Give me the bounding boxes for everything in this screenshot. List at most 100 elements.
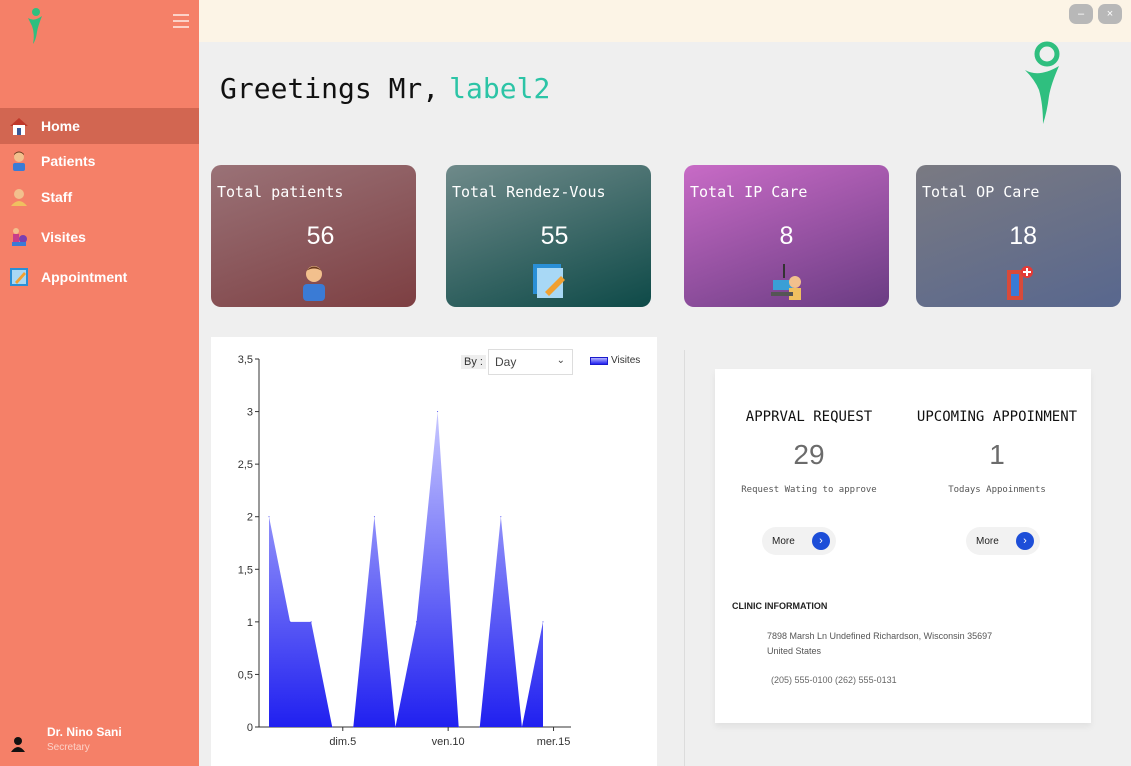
data-point bbox=[331, 726, 333, 728]
data-point bbox=[373, 516, 375, 518]
app-logo-icon bbox=[28, 8, 42, 44]
data-point bbox=[479, 726, 481, 728]
profile-name: Dr. Nino Sani bbox=[47, 725, 122, 739]
data-point bbox=[352, 726, 354, 728]
legend-swatch bbox=[590, 356, 608, 365]
card-value: 56 bbox=[306, 222, 335, 250]
approval-title: APPRVAL REQUEST bbox=[745, 409, 873, 425]
close-button[interactable]: × bbox=[1098, 4, 1122, 24]
y-tick-label: 3,5 bbox=[238, 354, 253, 366]
y-tick-label: 0,5 bbox=[238, 669, 253, 681]
sidebar: Home Patients Staff Visites Appointment bbox=[0, 0, 199, 766]
x-tick-label: mer.15 bbox=[537, 736, 571, 748]
data-point bbox=[542, 621, 544, 623]
sidebar-item-visites[interactable]: Visites bbox=[0, 217, 199, 257]
card-title: Total patients bbox=[217, 183, 344, 201]
series-area-visites bbox=[269, 411, 543, 727]
y-tick-label: 0 bbox=[247, 722, 253, 734]
sidebar-item-label: Visites bbox=[41, 229, 86, 245]
card-title: Total IP Care bbox=[690, 183, 808, 201]
home-icon bbox=[8, 115, 30, 137]
card-value: 55 bbox=[540, 222, 569, 250]
title-bar: – × bbox=[199, 0, 1131, 42]
legend-label: Visites bbox=[611, 355, 641, 366]
data-point bbox=[416, 621, 418, 623]
patient-icon bbox=[8, 150, 30, 172]
by-label: By : bbox=[461, 355, 486, 369]
sidebar-item-home[interactable]: Home bbox=[0, 108, 199, 144]
data-point bbox=[289, 621, 291, 623]
sidebar-item-label: Appointment bbox=[41, 269, 128, 285]
y-tick-label: 3 bbox=[247, 407, 253, 419]
upcoming-title: UPCOMING APPOINMENT bbox=[916, 409, 1078, 425]
appointment-icon bbox=[8, 266, 30, 288]
clinic-info-title: CLINIC INFORMATION bbox=[732, 601, 828, 611]
approval-subtitle: Request Wating to approve bbox=[741, 485, 877, 495]
sidebar-item-label: Patients bbox=[41, 153, 96, 169]
hospital-bed-icon bbox=[770, 264, 801, 300]
data-point bbox=[310, 621, 312, 623]
visits-chart-panel: 0 0,5 1 1,5 2 2,5 3 3,5 dim.5 ven.10 mer.15 By : D… bbox=[211, 337, 657, 766]
data-point bbox=[437, 411, 439, 413]
card-value: 8 bbox=[779, 222, 794, 250]
upcoming-subtitle: Todays Appoinments bbox=[948, 485, 1046, 495]
approval-count: 29 bbox=[793, 439, 825, 470]
data-point bbox=[394, 726, 396, 728]
chart-legend: Visites bbox=[590, 355, 640, 366]
total-rendezvous-card[interactable]: Total Rendez-Vous 55 bbox=[446, 165, 651, 307]
greeting-name: label2 bbox=[449, 72, 551, 105]
clinic-address-line1: 7898 Marsh Ln Undefined Richardson, Wisc… bbox=[767, 631, 993, 641]
y-tick-label: 1 bbox=[247, 617, 253, 629]
staff-icon bbox=[8, 186, 30, 208]
sidebar-item-label: Home bbox=[41, 118, 80, 134]
clinic-logo-icon bbox=[1025, 41, 1060, 124]
sidebar-item-patients[interactable]: Patients bbox=[0, 145, 199, 177]
user-profile[interactable]: Dr. Nino Sani Secretary bbox=[0, 722, 199, 762]
profile-role: Secretary bbox=[47, 742, 90, 753]
data-point bbox=[268, 516, 270, 518]
y-tick-label: 1,5 bbox=[238, 564, 253, 576]
minimize-button[interactable]: – bbox=[1069, 4, 1093, 24]
more-label: More bbox=[772, 536, 795, 547]
upcoming-count: 1 bbox=[989, 439, 1005, 470]
clinic-phones: (205) 555-0100 (262) 555-0131 bbox=[771, 675, 897, 685]
chevron-right-icon: › bbox=[812, 532, 830, 550]
card-value: 18 bbox=[1009, 222, 1037, 250]
approval-request-section: APPRVAL REQUEST 29 Request Wating to app… bbox=[715, 409, 903, 495]
sidebar-nav: Home Patients Staff Visites Appointment bbox=[0, 108, 199, 297]
approval-more-button[interactable]: More › bbox=[762, 527, 836, 555]
data-point bbox=[458, 726, 460, 728]
total-ip-care-card[interactable]: Total IP Care 8 bbox=[684, 165, 889, 307]
appointment-icon bbox=[532, 264, 565, 298]
user-icon bbox=[11, 737, 25, 752]
clinic-address-line2: United States bbox=[767, 646, 822, 656]
data-point bbox=[521, 726, 523, 728]
total-op-care-card[interactable]: Total OP Care 18 bbox=[916, 165, 1121, 307]
sidebar-item-staff[interactable]: Staff bbox=[0, 177, 199, 217]
greeting-heading: Greetings Mr, label2 bbox=[220, 72, 550, 105]
upcoming-appointment-section: UPCOMING APPOINMENT 1 Todays Appoinments bbox=[903, 409, 1091, 495]
more-label: More bbox=[976, 536, 999, 547]
visits-area-chart: 0 0,5 1 1,5 2 2,5 3 3,5 dim.5 ven.10 mer.15 bbox=[238, 354, 571, 748]
visits-icon bbox=[8, 226, 30, 248]
y-tick-label: 2 bbox=[247, 512, 253, 524]
sidebar-item-appointment[interactable]: Appointment bbox=[0, 257, 199, 297]
card-title: Total OP Care bbox=[922, 183, 1040, 201]
patient-icon bbox=[302, 266, 325, 301]
upcoming-more-button[interactable]: More › bbox=[966, 527, 1040, 555]
info-panel: APPRVAL REQUEST 29 Request Wating to app… bbox=[715, 369, 1091, 723]
panel-divider bbox=[684, 350, 685, 766]
total-patients-card[interactable]: Total patients 56 bbox=[211, 165, 416, 307]
chevron-right-icon: › bbox=[1016, 532, 1034, 550]
menu-toggle-icon[interactable] bbox=[173, 14, 189, 28]
period-select-value: Day bbox=[495, 355, 517, 369]
greeting-text: Greetings Mr, bbox=[220, 72, 440, 105]
x-tick-label: dim.5 bbox=[329, 736, 356, 748]
sidebar-item-label: Staff bbox=[41, 189, 73, 205]
data-point bbox=[500, 516, 502, 518]
y-tick-label: 2,5 bbox=[238, 459, 253, 471]
period-select[interactable]: Day ⌄ bbox=[488, 349, 573, 375]
exit-door-icon bbox=[1006, 266, 1033, 300]
x-tick-label: ven.10 bbox=[432, 736, 465, 748]
chevron-down-icon: ⌄ bbox=[556, 355, 565, 366]
